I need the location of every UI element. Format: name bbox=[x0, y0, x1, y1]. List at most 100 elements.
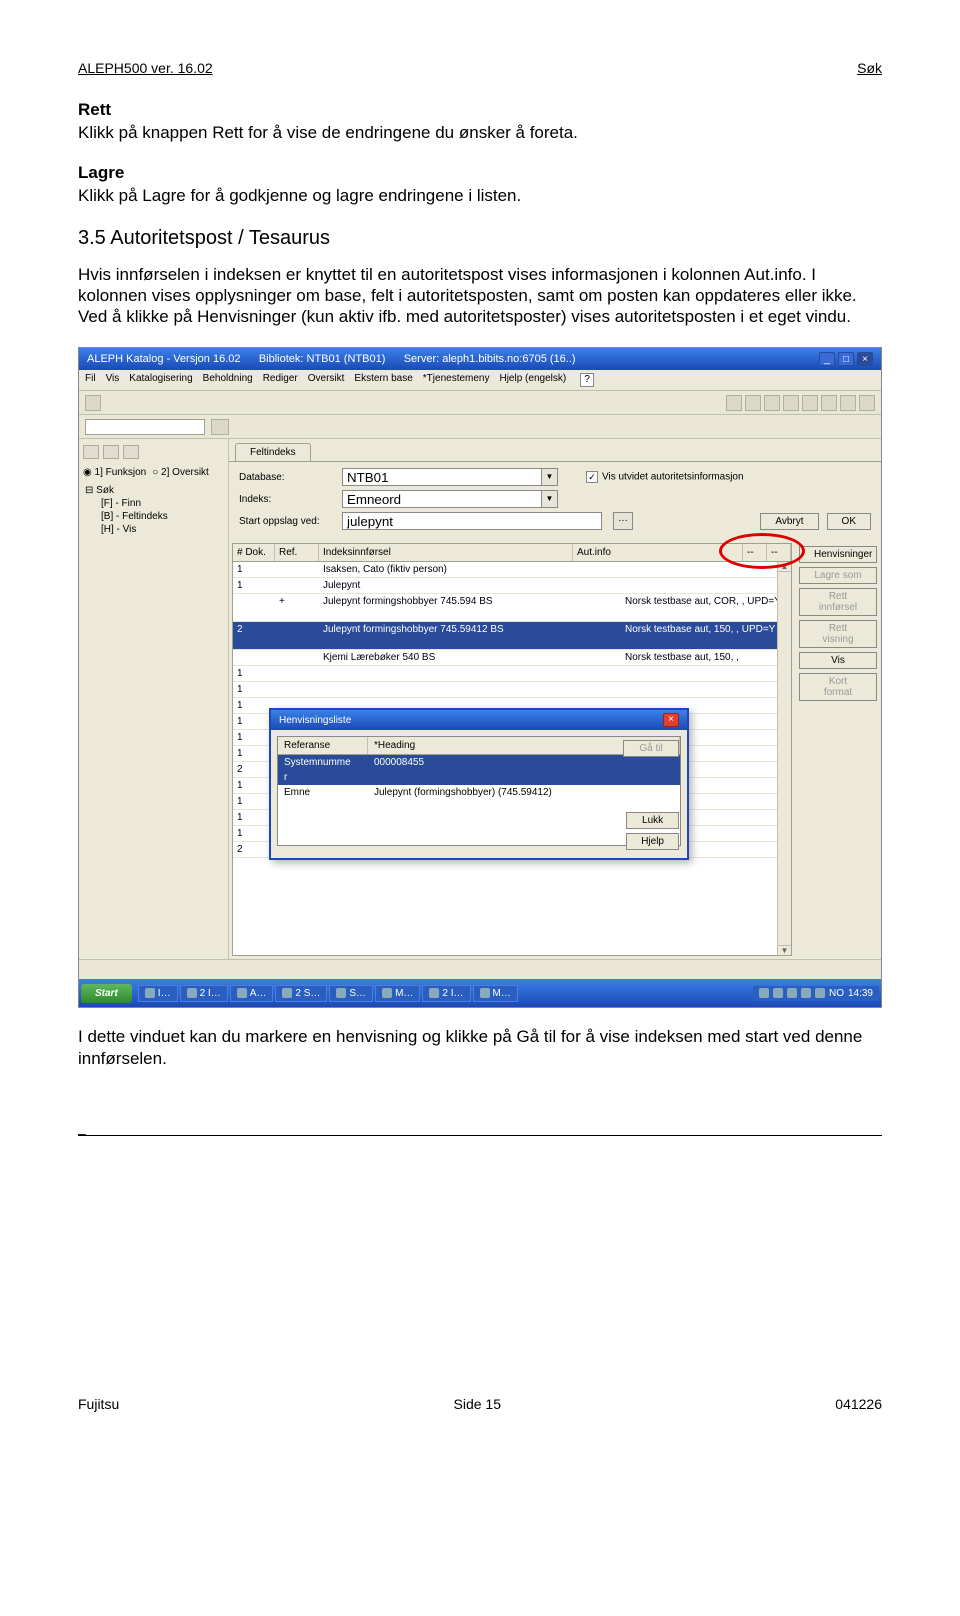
popup-row[interactable]: r bbox=[278, 770, 680, 785]
nav-tab-icon[interactable] bbox=[103, 445, 119, 459]
taskbar-item[interactable]: 2 S… bbox=[275, 985, 327, 1002]
side-button-rett-innførsel[interactable]: Rett innførsel bbox=[799, 588, 877, 616]
menu-item[interactable]: Hjelp (engelsk) bbox=[499, 373, 566, 387]
tray-icon[interactable] bbox=[759, 988, 769, 998]
toolbar-icon[interactable] bbox=[764, 395, 780, 411]
library-label: Bibliotek: NTB01 (NTB01) bbox=[259, 353, 386, 365]
lukk-button[interactable]: Lukk bbox=[626, 812, 679, 829]
minimize-button[interactable]: _ bbox=[819, 352, 835, 366]
taskbar-app-icon bbox=[282, 988, 292, 998]
toolbar-row-2 bbox=[79, 415, 881, 439]
menu-item[interactable]: Oversikt bbox=[308, 373, 345, 387]
start-button[interactable]: Start bbox=[81, 984, 132, 1003]
side-button-kort-format[interactable]: Kort format bbox=[799, 673, 877, 701]
toolbar-row-1 bbox=[79, 391, 881, 415]
system-tray: NO 14:39 bbox=[753, 986, 879, 1001]
indeks-combo[interactable] bbox=[342, 490, 542, 508]
popup-close-button[interactable]: × bbox=[663, 713, 679, 727]
table-row[interactable]: Kjemi Lærebøker 540 BSNorsk testbase aut… bbox=[233, 650, 791, 666]
avbryt-button[interactable]: Avbryt bbox=[760, 513, 818, 530]
menu-item[interactable]: Vis bbox=[106, 373, 120, 387]
toolbar-icon[interactable] bbox=[840, 395, 856, 411]
toolbar-icon[interactable] bbox=[85, 395, 101, 411]
tray-icon[interactable] bbox=[787, 988, 797, 998]
vertical-scrollbar[interactable] bbox=[777, 562, 791, 955]
help-icon[interactable]: ? bbox=[580, 373, 594, 387]
database-combo[interactable] bbox=[342, 468, 542, 486]
window-titlebar: ALEPH Katalog - Versjon 16.02 Bibliotek:… bbox=[79, 348, 881, 370]
side-button-lagre-som[interactable]: Lagre som bbox=[799, 567, 877, 584]
checkbox-extended-info[interactable]: ✓ bbox=[586, 471, 598, 483]
nav-tab-icon[interactable] bbox=[83, 445, 99, 459]
taskbar-item[interactable]: I… bbox=[138, 985, 178, 1002]
go-icon[interactable] bbox=[211, 419, 229, 435]
table-row[interactable]: 1 bbox=[233, 682, 791, 698]
taskbar-item[interactable]: 2 I… bbox=[422, 985, 470, 1002]
table-row[interactable]: 1Julepynt bbox=[233, 578, 791, 594]
taskbar-item[interactable]: 2 I… bbox=[180, 985, 228, 1002]
tray-icon[interactable] bbox=[773, 988, 783, 998]
ok-button[interactable]: OK bbox=[827, 513, 871, 530]
dropdown-arrow-icon[interactable]: ▼ bbox=[542, 490, 558, 508]
subsection-heading: 3.5 Autoritetspost / Tesaurus bbox=[78, 227, 882, 250]
toolbar-icon[interactable] bbox=[859, 395, 875, 411]
header-right: Søk bbox=[857, 60, 882, 76]
popup-row[interactable]: EmneJulepynt (formingshobbyer) (745.5941… bbox=[278, 785, 680, 800]
grid-header-cell: Indeksinnførsel bbox=[319, 544, 573, 561]
tray-icon[interactable] bbox=[815, 988, 825, 998]
browse-button[interactable]: … bbox=[613, 512, 633, 530]
taskbar-item[interactable]: A… bbox=[230, 985, 274, 1002]
taskbar-item[interactable]: M… bbox=[473, 985, 518, 1002]
toolbar-icon[interactable] bbox=[783, 395, 799, 411]
tab-feltindeks[interactable]: Feltindeks bbox=[235, 443, 311, 461]
toolbar-icon[interactable] bbox=[821, 395, 837, 411]
tree-item[interactable]: [F] - Finn bbox=[99, 497, 224, 510]
toolbar-icon[interactable] bbox=[745, 395, 761, 411]
taskbar-app-icon bbox=[480, 988, 490, 998]
side-button-vis[interactable]: Vis bbox=[799, 652, 877, 669]
footer-divider bbox=[78, 1135, 882, 1136]
dropdown-arrow-icon[interactable]: ▼ bbox=[542, 468, 558, 486]
table-row[interactable]: +Julepynt formingshobbyer 745.594 BSNors… bbox=[233, 594, 791, 622]
grid-header-cell: -- bbox=[767, 544, 791, 561]
header-left: ALEPH500 ver. 16.02 bbox=[78, 60, 213, 76]
tray-lang: NO bbox=[829, 988, 844, 999]
start-oppslag-input[interactable] bbox=[342, 512, 602, 530]
table-row[interactable]: 1 bbox=[233, 666, 791, 682]
side-button-rett-visning[interactable]: Rett visning bbox=[799, 620, 877, 648]
menu-item[interactable]: Beholdning bbox=[203, 373, 253, 387]
nav-tab-icon[interactable] bbox=[123, 445, 139, 459]
toolbar-icon[interactable] bbox=[802, 395, 818, 411]
menu-item[interactable]: Rediger bbox=[263, 373, 298, 387]
toolbar-input[interactable] bbox=[85, 419, 205, 435]
start-oppslag-label: Start oppslag ved: bbox=[239, 516, 334, 527]
tree-root-sok[interactable]: ⊟ Søk bbox=[83, 484, 224, 497]
table-row[interactable]: 2Julepynt formingshobbyer 745.59412 BSNo… bbox=[233, 622, 791, 650]
grid-header-cell: Ref. bbox=[275, 544, 319, 561]
ga-til-button[interactable]: Gå til bbox=[623, 740, 679, 757]
hjelp-button[interactable]: Hjelp bbox=[626, 833, 679, 850]
side-button-henvisninger[interactable]: Henvisninger bbox=[799, 546, 877, 563]
popup-grid[interactable]: Referanse *Heading Systemnumme000008455r… bbox=[277, 736, 681, 846]
tree-item[interactable]: [H] - Vis bbox=[99, 523, 224, 536]
indeks-label: Indeks: bbox=[239, 494, 334, 505]
tree-item[interactable]: [B] - Feltindeks bbox=[99, 510, 224, 523]
popup-col-referanse: Referanse bbox=[278, 737, 368, 754]
windows-taskbar: Start I…2 I…A…2 S…S…M…2 I…M… NO 14:39 bbox=[79, 979, 881, 1007]
toolbar-icon[interactable] bbox=[726, 395, 742, 411]
tray-icon[interactable] bbox=[801, 988, 811, 998]
close-button[interactable]: × bbox=[857, 352, 873, 366]
menu-item[interactable]: Ekstern base bbox=[354, 373, 412, 387]
taskbar-item[interactable]: M… bbox=[375, 985, 420, 1002]
checkbox-label: Vis utvidet autoritetsinformasjon bbox=[602, 472, 744, 483]
radio-oversikt[interactable]: ○ 2] Oversikt bbox=[152, 467, 209, 478]
radio-funksjon[interactable]: ◉ 1] Funksjon bbox=[83, 467, 146, 478]
maximize-button[interactable]: □ bbox=[838, 352, 854, 366]
application-screenshot: ALEPH Katalog - Versjon 16.02 Bibliotek:… bbox=[78, 347, 882, 1008]
menu-item[interactable]: Fil bbox=[85, 373, 96, 387]
menu-item[interactable]: Katalogisering bbox=[129, 373, 192, 387]
menu-item[interactable]: *Tjenestemeny bbox=[423, 373, 490, 387]
taskbar-item[interactable]: S… bbox=[329, 985, 373, 1002]
table-row[interactable]: 1Isaksen, Cato (fiktiv person) bbox=[233, 562, 791, 578]
popup-row[interactable]: Systemnumme000008455 bbox=[278, 755, 680, 770]
